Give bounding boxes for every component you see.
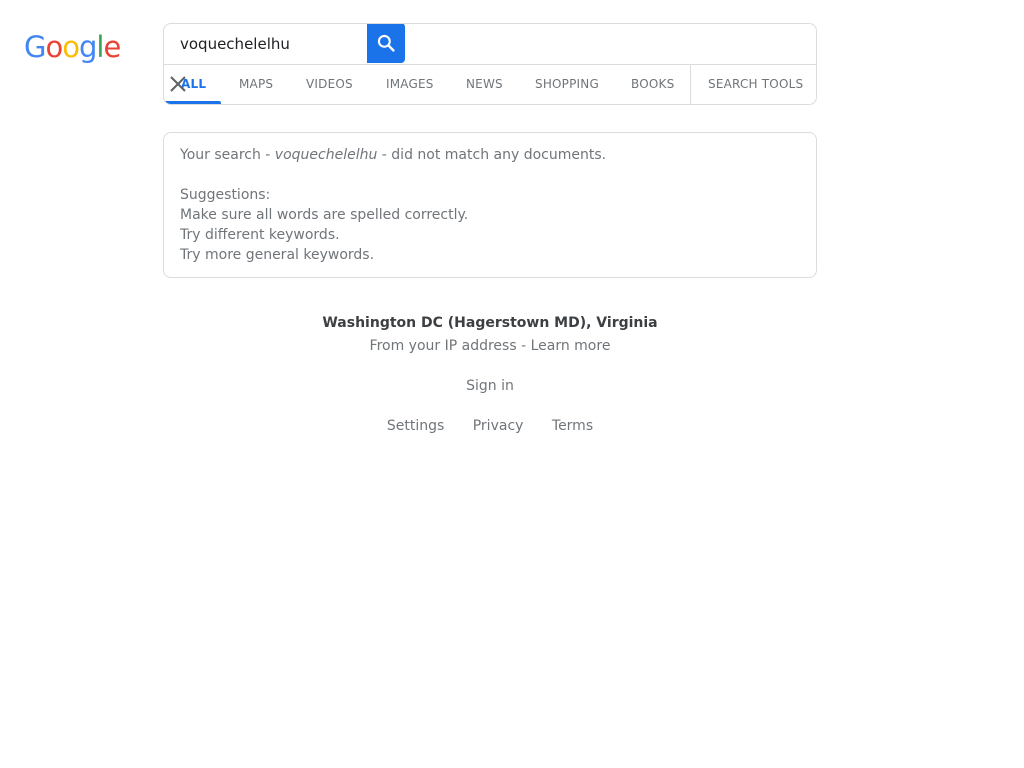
search-box: ALL MAPS VIDEOS IMAGES NEWS SHOPPING BOO… [163,23,817,105]
location-source[interactable]: From your IP address - Learn more [0,338,980,354]
tab-maps[interactable]: MAPS [239,65,273,104]
suggestions-title: Suggestions: [180,187,271,203]
no-results-suffix: - did not match any documents. [377,147,607,163]
no-results-query: voquechelelhu [274,147,378,163]
suggestion-item: Make sure all words are spelled correctl… [180,207,469,223]
settings-link[interactable]: Settings [387,418,444,434]
footer-links: Settings Privacy Terms [0,418,980,434]
search-button[interactable] [367,24,405,63]
tab-images[interactable]: IMAGES [386,65,434,104]
no-results-prefix: Your search - [180,147,275,163]
no-results-card: Your search - voquechelelhu - did not ma… [163,132,817,278]
tab-books[interactable]: BOOKS [631,65,674,104]
no-results-line: Your search - voquechelelhu - did not ma… [180,145,606,165]
terms-link[interactable]: Terms [552,418,593,434]
tab-videos[interactable]: VIDEOS [306,65,353,104]
google-logo[interactable]: Google [24,30,121,64]
logo-letter: l [96,30,104,64]
suggestion-item: Try more general keywords. [180,247,375,263]
search-row [164,24,816,65]
logo-letter: o [45,30,63,64]
search-icon [377,34,395,52]
privacy-link[interactable]: Privacy [473,418,524,434]
tools-divider [690,65,691,104]
location-title: Washington DC (Hagerstown MD), Virginia [322,315,658,331]
logo-letter: G [24,30,47,64]
tab-news[interactable]: NEWS [466,65,503,104]
no-results-message: Your search - voquechelelhu - did not ma… [180,145,606,265]
tab-shopping[interactable]: SHOPPING [535,65,599,104]
logo-letter: g [78,30,97,64]
close-icon[interactable] [168,74,188,94]
logo-letter: e [103,30,121,64]
sign-in-link[interactable]: Sign in [0,378,980,394]
tab-search-tools[interactable]: SEARCH TOOLS [708,65,803,104]
search-input[interactable] [164,24,367,63]
active-tab-indicator [164,101,221,104]
search-tabs: ALL MAPS VIDEOS IMAGES NEWS SHOPPING BOO… [164,65,816,104]
suggestion-item: Try different keywords. [180,227,340,243]
logo-letter: o [62,30,80,64]
